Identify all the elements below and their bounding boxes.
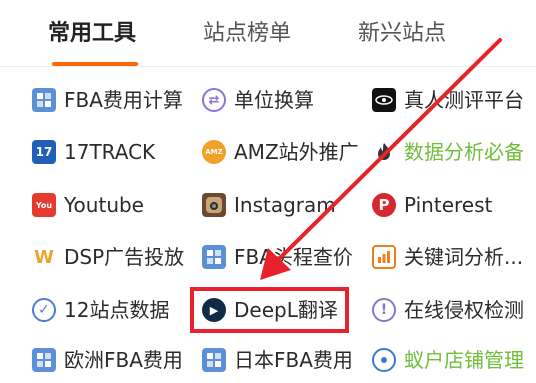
tool-fba-headhaul-price[interactable]: FBA头程查价 [202, 240, 353, 274]
calculator-icon [202, 348, 226, 372]
tool-fba-fee-calc[interactable]: FBA费用计算 [32, 83, 183, 117]
tool-label: 欧洲FBA费用 [64, 348, 183, 372]
17track-logo-icon: 17 [32, 140, 56, 164]
tool-review-platform[interactable]: 真人测评平台 [372, 83, 524, 117]
tool-label: 日本FBA费用 [234, 348, 353, 372]
tool-label: 关键词分析... [404, 245, 524, 269]
calculator-icon [202, 245, 226, 269]
active-tab-underline [52, 62, 138, 66]
tool-label: 单位换算 [234, 88, 314, 112]
tool-label: AMZ站外推广 [234, 140, 359, 164]
amz-promo-logo-icon: AMZ [202, 140, 226, 164]
tool-unit-convert[interactable]: ⇄ 单位换算 [202, 83, 314, 117]
tools-grid: FBA费用计算 ⇄ 单位换算 真人测评平台 17 17TRACK AMZ AMZ… [0, 76, 536, 383]
alert-circle-icon: ! [372, 298, 396, 322]
tool-tabs: 常用工具 站点榜单 新兴站点 [0, 0, 536, 67]
deepl-highlight-box [190, 287, 349, 333]
tab-common-tools[interactable]: 常用工具 [48, 18, 136, 50]
pinterest-icon: P [372, 193, 396, 217]
dsp-logo-icon: W [34, 246, 54, 268]
tool-jp-fba-fee[interactable]: 日本FBA费用 [202, 343, 353, 377]
tool-label: 真人测评平台 [404, 88, 524, 112]
instagram-icon [202, 193, 226, 217]
tool-amz-promo[interactable]: AMZ AMZ站外推广 [202, 135, 359, 169]
fire-icon [372, 140, 396, 164]
tool-infringement-check[interactable]: ! 在线侵权检测 [372, 293, 524, 327]
tool-eu-fba-fee[interactable]: 欧洲FBA费用 [32, 343, 183, 377]
youtube-icon: You [32, 193, 56, 217]
tab-site-rankings[interactable]: 站点榜单 [203, 18, 291, 50]
tool-label: DSP广告投放 [64, 245, 185, 269]
review-platform-logo-icon [372, 88, 396, 112]
calculator-icon [32, 348, 56, 372]
tool-label: Pinterest [404, 193, 493, 217]
tool-label: Instagram [234, 193, 336, 217]
tool-label: 17TRACK [64, 140, 156, 164]
tab-emerging-sites[interactable]: 新兴站点 [358, 18, 446, 50]
tool-label: 在线侵权检测 [404, 298, 524, 322]
exchange-icon: ⇄ [202, 88, 226, 112]
tool-ant-store-mgmt[interactable]: 蚁户店铺管理 [372, 343, 524, 377]
tool-label: FBA头程查价 [234, 245, 353, 269]
tool-dsp-ads[interactable]: W DSP广告投放 [32, 240, 184, 274]
tool-pinterest[interactable]: P Pinterest [372, 188, 492, 222]
check-shield-icon: ✓ [32, 298, 56, 322]
tool-17track[interactable]: 17 17TRACK [32, 135, 155, 169]
tool-12-site-data[interactable]: ✓ 12站点数据 [32, 293, 169, 327]
tool-instagram[interactable]: Instagram [202, 188, 336, 222]
tool-label: 蚁户店铺管理 [404, 348, 524, 372]
tool-label: 12站点数据 [64, 298, 170, 322]
tool-youtube[interactable]: You Youtube [32, 188, 144, 222]
tool-data-analysis[interactable]: 数据分析必备 [372, 135, 524, 169]
tool-keyword-analysis[interactable]: 关键词分析... [372, 240, 523, 274]
tool-label: Youtube [64, 193, 144, 217]
keyword-chart-icon [372, 245, 396, 269]
calculator-icon [32, 88, 56, 112]
tool-label: FBA费用计算 [64, 88, 183, 112]
tool-label: 数据分析必备 [404, 140, 524, 164]
ant-store-icon [372, 348, 396, 372]
